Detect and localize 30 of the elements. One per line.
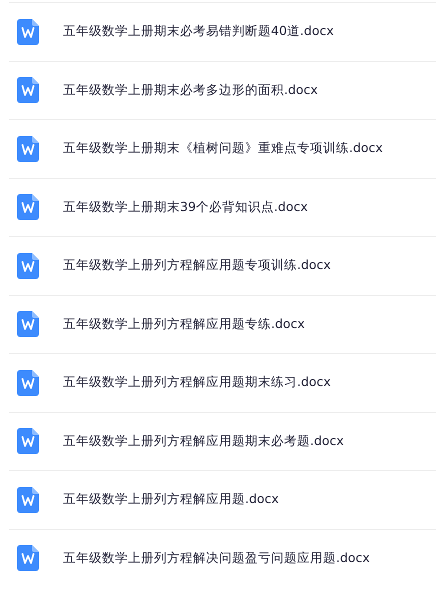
file-name: 五年级数学上册列方程解应用题.docx bbox=[63, 491, 279, 508]
word-document-icon bbox=[17, 370, 39, 396]
word-document-icon bbox=[17, 428, 39, 454]
file-name: 五年级数学上册期末《植树问题》重难点专项训练.docx bbox=[63, 140, 383, 158]
file-name: 五年级数学上册期末39个必背知识点.docx bbox=[63, 198, 308, 216]
file-name: 五年级数学上册列方程解应用题专项训练.docx bbox=[63, 257, 331, 274]
word-document-icon bbox=[17, 194, 39, 220]
file-row[interactable]: 五年级数学上册列方程解决问题盈亏问题应用题.docx bbox=[9, 528, 436, 587]
word-document-icon bbox=[17, 486, 39, 513]
file-row[interactable]: 五年级数学上册列方程解应用题期末练习.docx bbox=[9, 353, 436, 412]
word-document-icon bbox=[17, 18, 39, 45]
file-row[interactable]: 五年级数学上册期末必考易错判断题40道.docx bbox=[9, 2, 436, 60]
word-document-icon bbox=[17, 311, 39, 338]
file-name: 五年级数学上册期末必考易错判断题40道.docx bbox=[63, 23, 334, 40]
word-document-icon bbox=[17, 136, 39, 162]
word-document-icon bbox=[17, 545, 39, 572]
file-row[interactable]: 五年级数学上册列方程解应用题期末必考题.docx bbox=[9, 412, 436, 470]
word-document-icon bbox=[17, 77, 39, 104]
file-name: 五年级数学上册列方程解应用题专练.docx bbox=[63, 316, 305, 333]
file-row[interactable]: 五年级数学上册列方程解应用题专练.docx bbox=[9, 294, 436, 353]
word-document-icon bbox=[17, 252, 39, 279]
file-name: 五年级数学上册列方程解应用题期末必考题.docx bbox=[63, 432, 344, 450]
file-row[interactable]: 五年级数学上册期末《植树问题》重难点专项训练.docx bbox=[9, 119, 436, 178]
file-row[interactable]: 五年级数学上册列方程解应用题专项训练.docx bbox=[9, 236, 436, 294]
file-name: 五年级数学上册期末必考多边形的面积.docx bbox=[63, 82, 318, 99]
file-row[interactable]: 五年级数学上册期末必考多边形的面积.docx bbox=[9, 60, 436, 119]
file-name: 五年级数学上册列方程解应用题期末练习.docx bbox=[63, 374, 331, 392]
file-row[interactable]: 五年级数学上册期末39个必背知识点.docx bbox=[9, 178, 436, 236]
file-row[interactable]: 五年级数学上册列方程解应用题.docx bbox=[9, 470, 436, 528]
file-name: 五年级数学上册列方程解决问题盈亏问题应用题.docx bbox=[63, 550, 370, 567]
